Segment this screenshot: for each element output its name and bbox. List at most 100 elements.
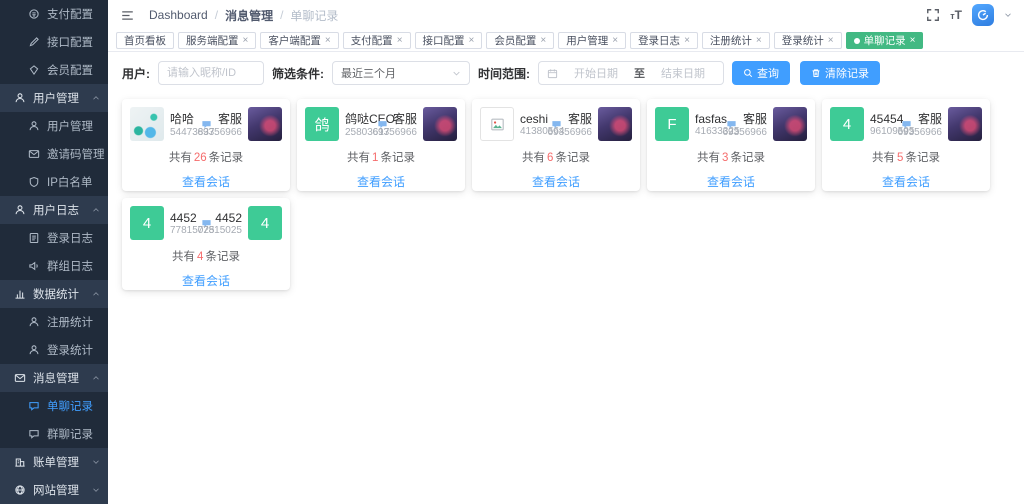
view-conversation-link[interactable]: 查看会话 <box>532 175 580 189</box>
breadcrumb-section[interactable]: 消息管理 <box>225 7 273 24</box>
record-count-number: 4 <box>197 251 203 263</box>
view-conversation-link[interactable]: 查看会话 <box>182 274 230 288</box>
user-name: fasfas <box>695 112 727 126</box>
close-icon[interactable]: × <box>243 36 249 46</box>
record-count: 共有3条记录 <box>655 149 807 165</box>
close-icon[interactable]: × <box>397 36 403 46</box>
user-name: 4452 <box>215 211 242 225</box>
close-icon[interactable]: × <box>828 36 834 46</box>
tab-user-management[interactable]: 用户管理× <box>558 32 626 49</box>
service-name: 客服 <box>743 110 767 127</box>
user-search-input[interactable] <box>158 61 264 85</box>
sidebar-item-ip-whitelist[interactable]: IP白名单 <box>0 168 108 196</box>
breadcrumb-separator: / <box>280 8 283 22</box>
range-filter-label: 时间范围: <box>478 65 530 82</box>
close-icon[interactable]: × <box>756 36 762 46</box>
filter-bar: 用户: 筛选条件: 最近三个月 时间范围: 开始日期 至 结束日期 查询 清除记… <box>108 52 1024 92</box>
globe-icon <box>14 484 26 496</box>
tab-register-stats[interactable]: 注册统计 × <box>702 32 770 49</box>
sidebar-group-user-management[interactable]: 用户管理 <box>0 84 108 112</box>
fullscreen-icon[interactable] <box>926 8 940 22</box>
sidebar-item-group-chat-records[interactable]: 群聊记录 <box>0 420 108 448</box>
active-dot <box>854 38 860 44</box>
close-icon[interactable]: × <box>910 36 916 46</box>
chart-icon <box>14 288 26 300</box>
font-size-icon[interactable]: тT <box>950 8 962 22</box>
tab-label: 首页看板 <box>124 33 166 48</box>
chat-record-card: 鸽 鸽哒CEO25803617 客服69356966 共有1条记录 查看会话 <box>297 99 465 191</box>
condition-select[interactable]: 最近三个月 <box>332 61 470 85</box>
service-avatar <box>423 107 457 141</box>
sidebar-item-login-stats[interactable]: 登录统计 <box>0 336 108 364</box>
tab-server-config[interactable]: 服务端配置× <box>178 32 256 49</box>
record-count-number: 6 <box>547 152 553 164</box>
sidebar-collapse-icon[interactable] <box>120 9 135 22</box>
tab-login-log[interactable]: 登录日志× <box>630 32 698 49</box>
sidebar-group-site-management[interactable]: 网站管理 <box>0 476 108 504</box>
sidebar-item-group-log[interactable]: 群组日志 <box>0 252 108 280</box>
start-date-placeholder[interactable]: 开始日期 <box>564 65 628 81</box>
user-name: ceshi <box>520 112 548 126</box>
view-conversation-link[interactable]: 查看会话 <box>882 175 930 189</box>
sidebar-group-message-management[interactable]: 消息管理 <box>0 364 108 392</box>
sidebar-item-label: 账单管理 <box>33 454 79 470</box>
tab-label: 注册统计 <box>710 33 752 48</box>
user-avatar: 4 <box>830 107 864 141</box>
search-button[interactable]: 查询 <box>732 61 790 85</box>
tab-payment-config[interactable]: 支付配置× <box>343 32 411 49</box>
sidebar-group-user-logs[interactable]: 用户日志 <box>0 196 108 224</box>
sidebar-group-data-stats[interactable]: 数据统计 <box>0 280 108 308</box>
user-log-icon <box>14 204 26 216</box>
tab-client-config[interactable]: 客户端配置× <box>260 32 338 49</box>
sidebar-item-register-stats[interactable]: 注册统计 <box>0 308 108 336</box>
sidebar-item-user-management[interactable]: 用户管理 <box>0 112 108 140</box>
sidebar-item-member-config[interactable]: 会员配置 <box>0 56 108 84</box>
service-name: 客服 <box>218 110 242 127</box>
megaphone-icon <box>28 260 40 272</box>
sidebar-item-single-chat-records[interactable]: 单聊记录 <box>0 392 108 420</box>
date-range-picker[interactable]: 开始日期 至 结束日期 <box>538 61 724 85</box>
sidebar-item-interface-config[interactable]: 接口配置 <box>0 28 108 56</box>
clear-records-button[interactable]: 清除记录 <box>800 61 880 85</box>
main-area: Dashboard / 消息管理 / 单聊记录 тT 首页看板 服务端配置× 客… <box>108 0 1024 504</box>
end-date-placeholder[interactable]: 结束日期 <box>651 65 715 81</box>
condition-value: 最近三个月 <box>341 65 396 81</box>
service-name: 客服 <box>568 110 592 127</box>
close-icon[interactable]: × <box>540 36 546 46</box>
breadcrumb-home[interactable]: Dashboard <box>149 8 208 22</box>
tab-member-config[interactable]: 会员配置 × <box>486 32 554 49</box>
sidebar-item-label: 邀请码管理 <box>47 146 105 162</box>
top-bar: Dashboard / 消息管理 / 单聊记录 тT <box>108 0 1024 30</box>
trash-icon <box>811 68 821 78</box>
sidebar-item-label: 群聊记录 <box>47 426 93 442</box>
sidebar-item-label: IP白名单 <box>47 174 92 190</box>
sidebar-group-bill-management[interactable]: 账单管理 <box>0 448 108 476</box>
chevron-down-icon[interactable] <box>1004 11 1012 19</box>
user-avatar: 4 <box>248 206 282 240</box>
view-conversation-link[interactable]: 查看会话 <box>182 175 230 189</box>
tab-home-board[interactable]: 首页看板 <box>116 32 174 49</box>
tab-login-stats[interactable]: 登录统计× <box>774 32 842 49</box>
view-conversation-link[interactable]: 查看会话 <box>707 175 755 189</box>
user-avatar: F <box>655 107 689 141</box>
chevron-up-icon <box>92 94 100 102</box>
search-button-label: 查询 <box>757 65 779 81</box>
avatar[interactable] <box>972 4 994 26</box>
user-avatar <box>130 107 164 141</box>
tab-label: 会员配置 <box>494 33 536 48</box>
tab-single-chat-records[interactable]: 单聊记录× <box>846 32 924 49</box>
card-header: 4 445277815025 445277815025 4 <box>130 206 282 240</box>
view-conversation-link[interactable]: 查看会话 <box>357 175 405 189</box>
sidebar-item-login-log[interactable]: 登录日志 <box>0 224 108 252</box>
close-icon[interactable]: × <box>469 36 475 46</box>
sidebar-item-label: 单聊记录 <box>47 398 93 414</box>
close-icon[interactable]: × <box>325 36 331 46</box>
sidebar-item-payment-config[interactable]: 支付配置 <box>0 0 108 28</box>
tab-interface-config[interactable]: 接口配置× <box>415 32 483 49</box>
user-filter-label: 用户: <box>122 65 150 82</box>
close-icon[interactable]: × <box>684 36 690 46</box>
sidebar-item-label: 用户管理 <box>47 118 93 134</box>
close-icon[interactable]: × <box>612 36 618 46</box>
service-name: 客服 <box>918 110 942 127</box>
sidebar-item-invite-code[interactable]: 邀请码管理 <box>0 140 108 168</box>
